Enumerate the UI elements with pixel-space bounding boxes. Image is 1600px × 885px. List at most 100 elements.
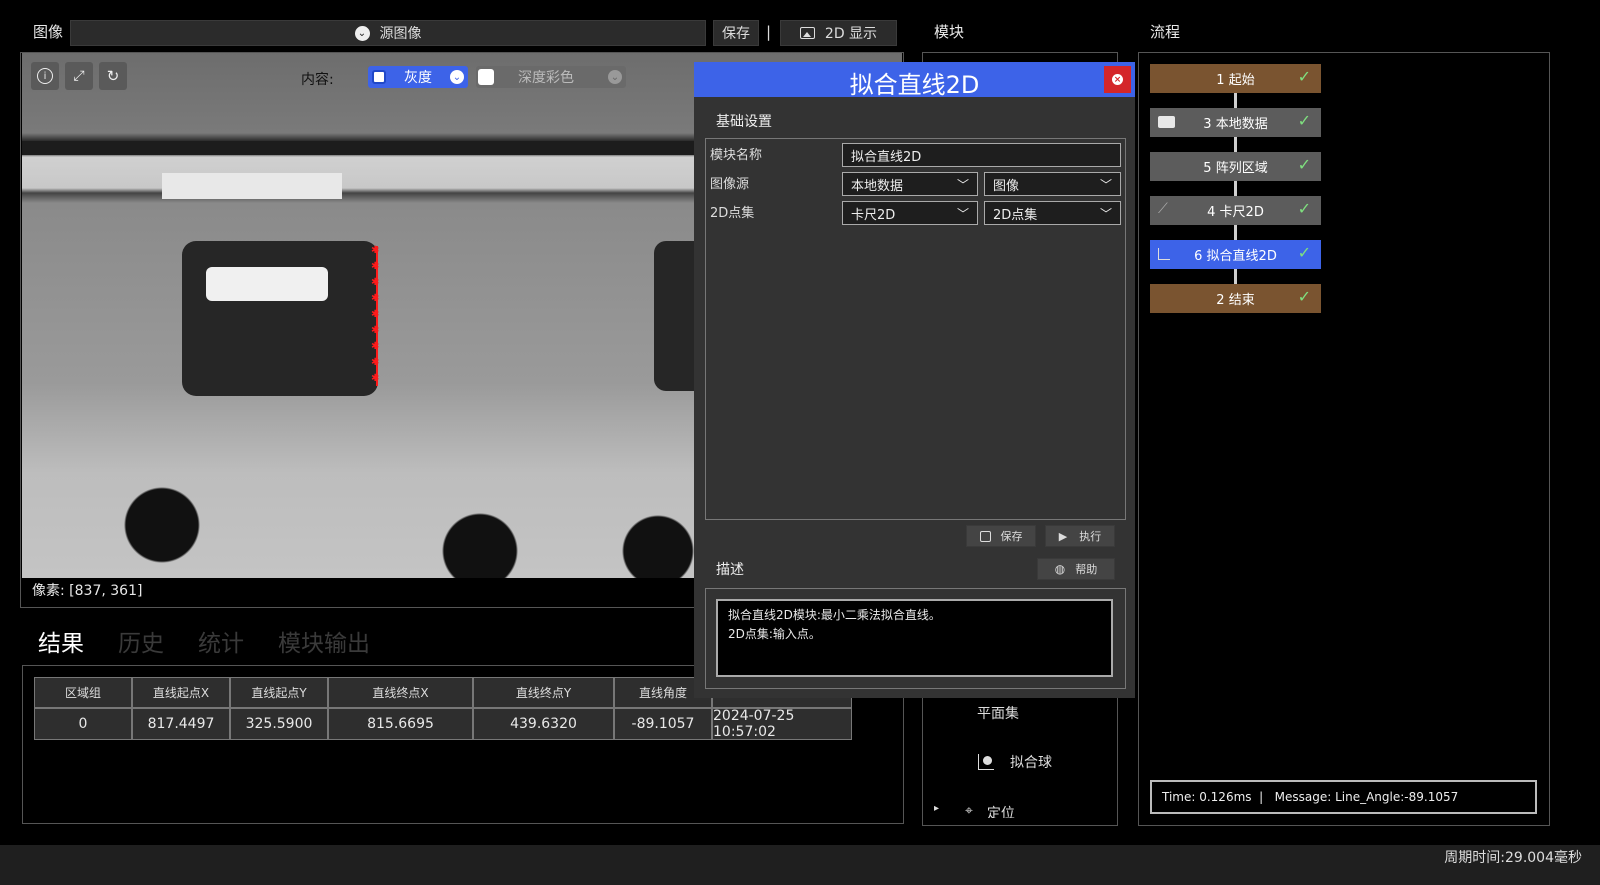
pointset-value: 卡尺2D xyxy=(851,207,896,223)
flow-node-array-region[interactable]: 5 阵列区域 ✓ xyxy=(1150,152,1321,181)
tab-results[interactable]: 结果 xyxy=(38,624,84,658)
description-title: 描述 xyxy=(716,562,744,578)
flow-status-text: Time: 0.126ms | Message: Line_Angle:-89.… xyxy=(1162,790,1459,804)
image-source-label: 图像源 xyxy=(710,177,750,192)
tab-history[interactable]: 历史 xyxy=(118,624,164,658)
flow-status-box: Time: 0.126ms | Message: Line_Angle:-89.… xyxy=(1150,780,1537,814)
check-icon: ✓ xyxy=(1297,287,1311,306)
content-label: 内容: xyxy=(301,72,334,88)
flow-panel-title: 流程 xyxy=(1150,23,1181,41)
pointset-label: 2D点集 xyxy=(710,206,755,221)
expand-arrow-icon: ▸ xyxy=(934,803,940,814)
sphere-icon xyxy=(978,754,994,770)
module-item-fit-sphere[interactable]: 拟合球 xyxy=(978,752,1052,772)
chevron-down-icon: ﹀ xyxy=(1099,177,1112,192)
image-icon xyxy=(799,27,815,39)
flow-connector xyxy=(1234,137,1237,152)
flow-node-end[interactable]: 2 结束 ✓ xyxy=(1150,284,1321,313)
flow-node-caliper[interactable]: ⟋ 4 卡尺2D ✓ xyxy=(1150,196,1321,225)
pointset-sub-select[interactable]: 2D点集 ﹀ xyxy=(984,201,1121,225)
tab-statistics[interactable]: 统计 xyxy=(198,624,244,658)
target-icon: ⌖ xyxy=(965,803,973,818)
image-bright-strip xyxy=(162,173,342,199)
depth-checkbox[interactable] xyxy=(478,69,494,85)
table-header: 直线终点X xyxy=(328,677,473,708)
fullscreen-button[interactable]: ⤢ xyxy=(65,62,93,90)
check-icon: ✓ xyxy=(1297,199,1311,218)
check-icon: ✓ xyxy=(1297,155,1311,174)
pixel-readout: 像素: [837, 361] xyxy=(32,583,143,599)
status-bar xyxy=(0,845,1600,885)
chevron-down-icon: ⌄ xyxy=(450,70,464,84)
image-source-value: 本地数据 xyxy=(851,178,904,194)
run-button[interactable]: ▶ 执行 xyxy=(1045,525,1115,547)
module-name-field[interactable]: 拟合直线2D xyxy=(842,143,1121,167)
module-item-plane-set[interactable]: 平面集 xyxy=(977,703,1019,723)
pointset-sub-value: 2D点集 xyxy=(993,207,1038,223)
help-button[interactable]: ◍ 帮助 xyxy=(1037,558,1115,580)
cycle-time: 周期时间:29.004毫秒 xyxy=(1444,850,1582,866)
flow-node-label: 5 阵列区域 xyxy=(1203,161,1268,176)
flow-connector xyxy=(1234,93,1237,108)
flow-node-start[interactable]: 1 起始 ✓ xyxy=(1150,64,1321,93)
image-source-select[interactable]: 本地数据 ﹀ xyxy=(842,172,978,196)
image-slot xyxy=(206,267,328,301)
refresh-icon: ↻ xyxy=(106,67,120,85)
expand-icon: ⤢ xyxy=(73,68,85,84)
check-icon: ✓ xyxy=(1297,67,1311,86)
table-header: 直线起点X xyxy=(132,677,230,708)
depth-label: 深度彩色 xyxy=(518,70,574,86)
module-item-locate[interactable]: ▸ ⌖ 定位 xyxy=(934,803,1114,818)
check-icon: ✓ xyxy=(1297,111,1311,130)
save-icon xyxy=(979,530,991,542)
play-icon: ▶ xyxy=(1058,529,1068,543)
flow-node-label: 3 本地数据 xyxy=(1203,117,1268,132)
description-line: 拟合直线2D模块:最小二乘法拟合直线。 xyxy=(728,608,941,622)
image-dark-pad xyxy=(182,241,378,396)
module-panel-title: 模块 xyxy=(934,23,965,41)
gray-select[interactable]: 灰度 ⌄ xyxy=(368,66,468,88)
flow-node-local-data[interactable]: 3 本地数据 ✓ xyxy=(1150,108,1321,137)
2d-display-button[interactable]: 2D 显示 xyxy=(780,20,897,46)
flow-node-label: 2 结束 xyxy=(1216,293,1255,308)
flow-node-label: 1 起始 xyxy=(1216,73,1255,88)
table-row[interactable]: 0 817.4497 325.5900 815.6695 439.6320 -8… xyxy=(34,708,852,740)
save-label: 保存 xyxy=(1000,530,1023,543)
basic-settings-title: 基础设置 xyxy=(716,114,772,130)
save-image-button[interactable]: 保存 xyxy=(713,20,759,46)
image-source-select[interactable]: ⌄ 源图像 xyxy=(70,20,706,46)
table-header: 区域组 xyxy=(34,677,132,708)
table-cell: 439.6320 xyxy=(473,708,614,740)
folder-icon xyxy=(1158,116,1175,128)
chevron-down-icon: ⌄ xyxy=(608,70,622,84)
dialog-save-button[interactable]: 保存 xyxy=(966,525,1036,547)
module-item-label: 平面集 xyxy=(977,706,1019,722)
refresh-button[interactable]: ↻ xyxy=(99,62,127,90)
flow-node-fit-line[interactable]: 6 拟合直线2D ✓ xyxy=(1150,240,1321,269)
table-header: 直线终点Y xyxy=(473,677,614,708)
gray-label: 灰度 xyxy=(404,70,432,86)
result-tabs: 结果 历史 统计 模块输出 xyxy=(38,624,370,658)
info-icon: i xyxy=(37,68,53,84)
pointset-select[interactable]: 卡尺2D ﹀ xyxy=(842,201,978,225)
table-cell: 817.4497 xyxy=(132,708,230,740)
gray-checkbox[interactable] xyxy=(372,70,386,84)
close-icon: × xyxy=(1112,74,1123,85)
line-fit-icon xyxy=(1158,248,1170,260)
flow-connector xyxy=(1234,181,1237,196)
module-item-label: 拟合球 xyxy=(1010,755,1052,771)
image-source-label: 源图像 xyxy=(379,26,422,42)
help-label: 帮助 xyxy=(1075,563,1098,576)
info-button[interactable]: i xyxy=(31,62,59,90)
2d-display-label: 2D 显示 xyxy=(824,26,878,42)
image-panel-title: 图像 xyxy=(33,23,64,41)
description-line: 2D点集:输入点。 xyxy=(728,627,821,641)
close-button[interactable]: × xyxy=(1104,66,1131,93)
flow-node-label: 4 卡尺2D xyxy=(1207,205,1264,220)
run-label: 执行 xyxy=(1079,530,1102,543)
flow-connector xyxy=(1234,225,1237,240)
module-name-value: 拟合直线2D xyxy=(851,149,922,165)
image-source-sub-select[interactable]: 图像 ﹀ xyxy=(984,172,1121,196)
depth-select[interactable]: 深度彩色 ⌄ xyxy=(476,66,626,88)
tab-module-output[interactable]: 模块输出 xyxy=(278,624,370,658)
